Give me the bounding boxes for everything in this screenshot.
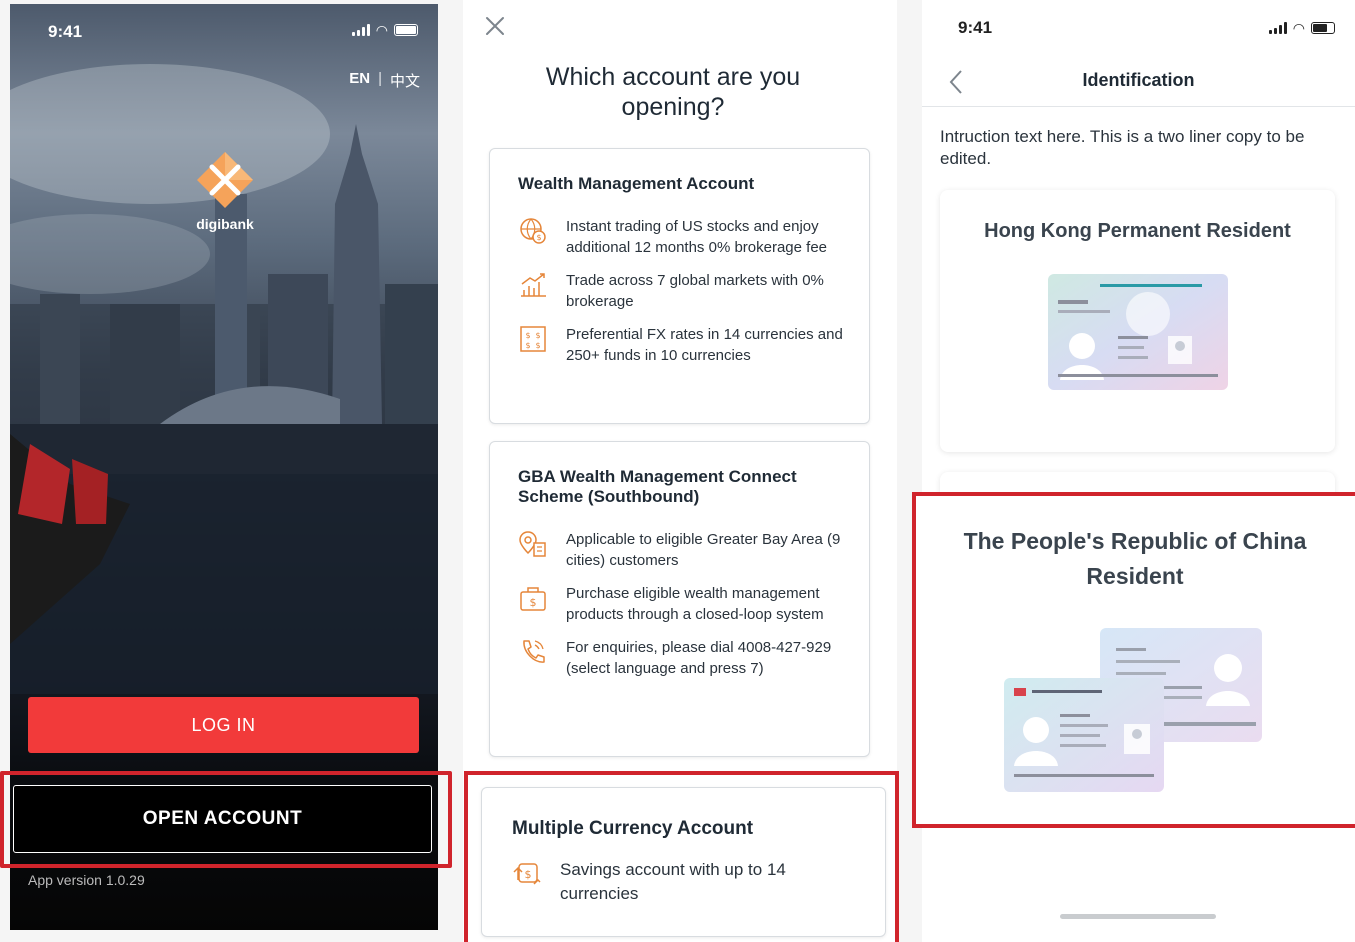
card-title: Multiple Currency Account	[512, 818, 754, 839]
battery-icon	[1311, 22, 1335, 34]
money-bag-icon: $	[520, 587, 546, 611]
digibank-logo-icon	[197, 152, 253, 208]
wealth-management-account-card[interactable]: Wealth Management Account $ Instant trad…	[489, 148, 870, 424]
status-time: 9:41	[48, 22, 83, 41]
globe-dollar-icon: $	[520, 218, 546, 244]
feature-text: For enquiries, please dial 4008-427-929 …	[566, 639, 832, 677]
feature-text: Trade across 7 global markets with 0% br…	[566, 272, 824, 310]
wifi-icon: ◠	[1292, 20, 1305, 36]
phone-call-icon	[523, 640, 545, 663]
status-bar: 9:41 ◠	[10, 4, 438, 54]
svg-text:$: $	[525, 868, 532, 881]
feature-item: Applicable to eligible Greater Bay Area …	[518, 529, 869, 571]
log-in-button[interactable]: LOG IN	[28, 697, 419, 753]
feature-item: Trade across 7 global markets with 0% br…	[518, 270, 869, 312]
page-title: Which account are you opening?	[545, 63, 801, 121]
location-building-icon	[519, 531, 546, 557]
battery-icon	[394, 24, 418, 36]
feature-text: Purchase eligible wealth management prod…	[566, 585, 824, 623]
card-title: Wealth Management Account	[518, 174, 755, 193]
language-switcher: EN | 中文	[349, 70, 420, 91]
language-option-en[interactable]: EN	[349, 70, 370, 91]
feature-text: Preferential FX rates in 14 currencies a…	[566, 326, 843, 364]
wifi-icon: ◠	[375, 22, 388, 38]
status-bar: ◠	[1268, 20, 1335, 36]
hk-id-card-icon	[1048, 274, 1228, 390]
feature-item: $ Purchase eligible wealth management pr…	[518, 583, 869, 625]
multiple-currency-account-card[interactable]: Multiple Currency Account $ Savings acco…	[481, 787, 886, 937]
gba-wealth-connect-card[interactable]: GBA Wealth Management Connect Scheme (So…	[489, 441, 870, 757]
app-version-text: App version 1.0.29	[28, 872, 145, 888]
card-title: GBA Wealth Management Connect Scheme (So…	[518, 467, 797, 506]
close-icon[interactable]	[483, 14, 507, 38]
feature-text: Applicable to eligible Greater Bay Area …	[566, 531, 841, 569]
prc-resident-option-label[interactable]: The People's Republic of China Resident	[922, 524, 1348, 594]
fx-currency-icon: $ $$ $	[520, 326, 546, 352]
cellular-signal-icon	[351, 24, 370, 36]
svg-text:$: $	[536, 233, 541, 242]
feature-text: Instant trading of US stocks and enjoy a…	[566, 218, 828, 256]
language-separator: |	[378, 70, 382, 87]
brand-name: digibank	[196, 216, 254, 232]
feature-item: For enquiries, please dial 4008-427-929 …	[518, 637, 869, 679]
feature-item: $ Savings account with up to 14 currenci…	[512, 858, 885, 906]
feature-text: Savings account with up to 14 currencies	[560, 860, 786, 903]
language-option-zh[interactable]: 中文	[390, 70, 420, 91]
feature-item: $ Instant trading of US stocks and enjoy…	[518, 216, 869, 258]
open-account-button[interactable]: OPEN ACCOUNT	[13, 785, 432, 853]
instruction-text: Intruction text here. This is a two line…	[940, 127, 1305, 168]
page-title: Identification	[1082, 70, 1195, 90]
svg-text:$: $	[535, 341, 540, 350]
svg-text:$: $	[525, 341, 530, 350]
bar-chart-growth-icon	[521, 273, 546, 297]
feature-item: $ $ $ $ Preferential FX rates in 14 currenc…	[518, 324, 869, 366]
status-time: 9:41	[958, 18, 993, 37]
home-indicator	[1060, 914, 1216, 919]
svg-text:$: $	[530, 596, 537, 609]
cellular-signal-icon	[1268, 22, 1287, 34]
hk-permanent-resident-option[interactable]: Hong Kong Permanent Resident	[940, 190, 1335, 452]
svg-text:$: $	[525, 331, 530, 340]
nav-divider	[922, 106, 1355, 107]
option-label: Hong Kong Permanent Resident	[984, 220, 1291, 242]
currency-exchange-icon: $	[513, 863, 541, 885]
prc-id-cards-icon[interactable]	[1002, 624, 1266, 796]
svg-text:$: $	[535, 331, 540, 340]
